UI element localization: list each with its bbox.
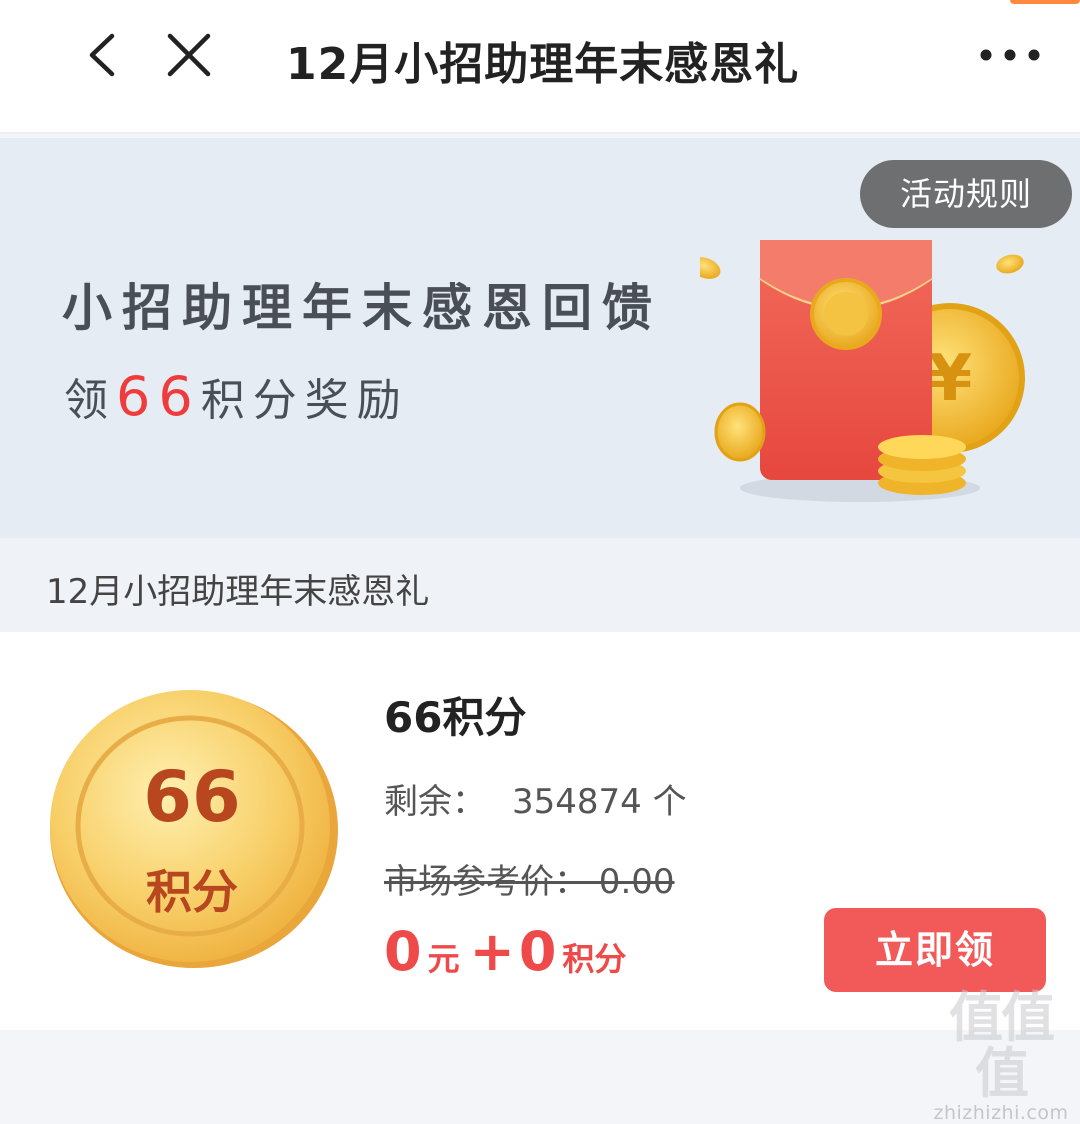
activity-rules-button[interactable]: 活动规则	[860, 160, 1072, 228]
coin-points-number: 66	[143, 756, 241, 838]
remaining-value: 354874 个	[512, 782, 687, 822]
claim-now-button[interactable]: 立即领	[824, 908, 1046, 992]
section-header: 12月小招助理年末感恩礼	[0, 538, 1080, 632]
more-options-icon[interactable]	[978, 40, 1042, 70]
coin-points-unit: 积分	[146, 865, 238, 919]
page-title: 12月小招助理年末感恩礼	[286, 39, 800, 90]
banner-sub-prefix: 领	[64, 375, 116, 426]
status-indicator	[1010, 0, 1080, 4]
section-title: 12月小招助理年末感恩礼	[46, 572, 430, 612]
banner-sub-suffix: 积分奖励	[200, 375, 409, 426]
remaining-label: 剩余：	[384, 782, 486, 822]
price-plus: +	[469, 920, 515, 983]
banner-headline: 小招助理年末感恩回馈	[62, 278, 662, 337]
banner-sub-number: 66	[116, 365, 201, 428]
remaining-stock: 剩余： 354874 个	[384, 774, 687, 823]
watermark: 值值值 zhizhizhi.com	[926, 990, 1076, 1124]
product-name: 66积分	[384, 693, 527, 742]
market-price: 市场参考价： 0.00	[384, 862, 675, 902]
watermark-url: zhizhizhi.com	[933, 1102, 1069, 1124]
top-nav-bar: 12月小招助理年末感恩礼	[0, 0, 1080, 134]
promo-banner: 活动规则 小招助理年末感恩回馈 领66积分奖励 ¥	[0, 138, 1080, 538]
banner-subtitle: 领66积分奖励	[64, 364, 409, 428]
price-cash: 0	[384, 920, 422, 983]
watermark-logo: 值值值	[949, 986, 1055, 1105]
price: 0 元 +0 积分	[384, 920, 636, 983]
bottom-spacer	[0, 1030, 1080, 1076]
price-points: 0	[518, 920, 557, 983]
back-arrow-icon[interactable]	[80, 30, 130, 80]
product-card: 66 积分 66积分 剩余： 354874 个 市场参考价： 0.00 0 元 +0 积…	[0, 632, 1080, 1030]
close-icon[interactable]	[164, 30, 214, 80]
price-points-unit: 积分	[562, 940, 627, 978]
svg-text:¥: ¥	[928, 342, 973, 416]
red-envelope-illustration: ¥	[700, 240, 1025, 502]
price-cash-unit: 元	[427, 940, 460, 978]
